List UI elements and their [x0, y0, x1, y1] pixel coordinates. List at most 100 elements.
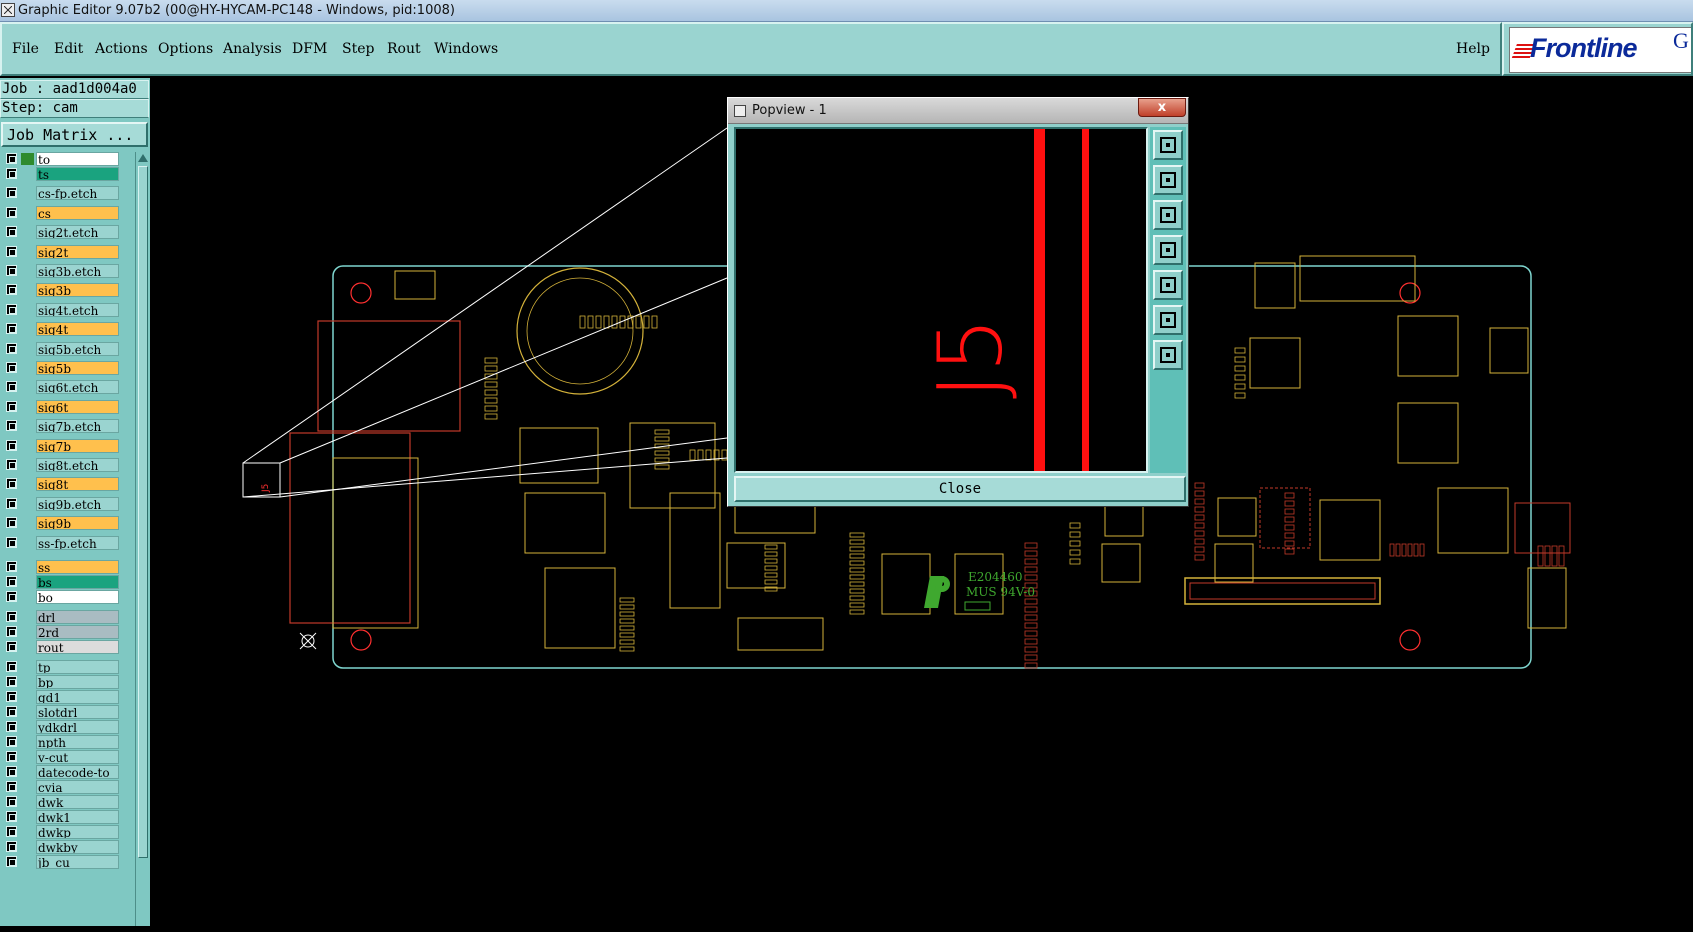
layer-row[interactable]: sig9b.etch	[0, 496, 135, 511]
layer-name[interactable]: to	[36, 152, 119, 166]
layer-row[interactable]: gd1	[0, 690, 135, 704]
layer-row[interactable]: sig2t	[0, 244, 135, 259]
zoom-fit-icon[interactable]	[1153, 305, 1183, 335]
layer-row[interactable]: bs	[0, 575, 135, 589]
layer-row[interactable]: sig9b	[0, 516, 135, 531]
layer-checkbox[interactable]	[6, 691, 17, 702]
layer-checkbox[interactable]	[6, 591, 17, 602]
layer-row[interactable]: sig2t.etch	[0, 225, 135, 240]
layer-name[interactable]: sig3b.etch	[36, 264, 119, 278]
layer-row[interactable]: jb_cu	[0, 855, 135, 869]
layer-checkbox[interactable]	[6, 478, 17, 490]
layer-name[interactable]: cs-fp.etch	[36, 186, 119, 201]
layer-name[interactable]: rout	[36, 640, 119, 654]
layer-checkbox[interactable]	[6, 781, 17, 792]
menu-edit[interactable]: Edit	[54, 41, 83, 57]
layer-checkbox[interactable]	[6, 206, 17, 218]
layer-checkbox[interactable]	[6, 826, 17, 837]
layer-row[interactable]: sig3b.etch	[0, 264, 135, 278]
layer-checkbox[interactable]	[6, 811, 17, 822]
layer-name[interactable]: 2rd	[36, 625, 119, 639]
layer-checkbox[interactable]	[6, 265, 17, 276]
layer-row[interactable]: sig8t	[0, 477, 135, 492]
layer-name[interactable]: sig7b.etch	[36, 419, 119, 434]
layer-name[interactable]: sig2t.etch	[36, 225, 119, 240]
menu-rout[interactable]: Rout	[387, 41, 421, 57]
layer-name[interactable]: ydkdrl	[36, 720, 119, 734]
layer-name[interactable]: sig4t	[36, 322, 119, 337]
menu-windows[interactable]: Windows	[434, 41, 498, 57]
layer-checkbox[interactable]	[6, 561, 17, 572]
layer-checkbox[interactable]	[6, 342, 17, 354]
layer-checkbox[interactable]	[6, 245, 17, 257]
layer-name[interactable]: sig2t	[36, 244, 119, 259]
layer-row[interactable]: v-cut	[0, 750, 135, 764]
layer-checkbox[interactable]	[6, 153, 17, 164]
layer-checkbox[interactable]	[6, 766, 17, 777]
layer-row[interactable]: rout	[0, 640, 135, 654]
layer-color-swatch[interactable]	[21, 153, 34, 165]
layer-name[interactable]: sig9b.etch	[36, 496, 119, 511]
layer-name[interactable]: dwkby	[36, 840, 119, 854]
layer-name[interactable]: v-cut	[36, 750, 119, 764]
layer-name[interactable]: npth	[36, 735, 119, 749]
layer-row[interactable]: sig4t	[0, 322, 135, 337]
layer-checkbox[interactable]	[6, 362, 17, 373]
layer-name[interactable]: sig8t.etch	[36, 458, 119, 472]
layer-row[interactable]: dwkp	[0, 825, 135, 839]
popview-titlebar[interactable]: Popview - 1 x	[728, 98, 1188, 124]
layer-name[interactable]: cvia	[36, 780, 119, 794]
layer-row[interactable]: datecode-to	[0, 765, 135, 779]
layer-checkbox[interactable]	[6, 626, 17, 637]
layer-name[interactable]: sig5b	[36, 361, 119, 375]
layer-name[interactable]: sig7b	[36, 438, 119, 453]
layer-checkbox[interactable]	[6, 856, 17, 867]
layer-name[interactable]: bp	[36, 675, 119, 689]
layer-checkbox[interactable]	[6, 706, 17, 717]
layer-name[interactable]: dwkp	[36, 825, 119, 839]
layer-name[interactable]: gd1	[36, 690, 119, 704]
pan-down-icon[interactable]	[1153, 200, 1183, 230]
pan-left-icon[interactable]	[1153, 235, 1183, 265]
layer-name[interactable]: sig6t.etch	[36, 380, 119, 395]
layer-checkbox[interactable]	[6, 661, 17, 672]
scrollbar-thumb[interactable]	[138, 166, 148, 858]
layer-checkbox[interactable]	[6, 676, 17, 687]
layer-checkbox[interactable]	[6, 284, 17, 296]
layer-row[interactable]: dwk1	[0, 810, 135, 824]
layer-name[interactable]: bo	[36, 590, 119, 604]
popview-zoom-view[interactable]: J5	[734, 127, 1148, 473]
layer-row[interactable]: sig3b	[0, 283, 135, 298]
layer-checkbox[interactable]	[6, 303, 17, 315]
layer-checkbox[interactable]	[6, 721, 17, 732]
layer-name[interactable]: sig3b	[36, 283, 119, 298]
layer-name[interactable]: ss	[36, 560, 119, 574]
layer-name[interactable]: bs	[36, 575, 119, 589]
popview-close-x-button[interactable]: x	[1138, 98, 1186, 117]
menu-step[interactable]: Step	[342, 41, 374, 57]
layer-checkbox[interactable]	[6, 751, 17, 762]
layer-name[interactable]: dwk	[36, 795, 119, 809]
job-matrix-button[interactable]: Job Matrix ...	[1, 122, 148, 147]
layer-row[interactable]: cvia	[0, 780, 135, 794]
layer-checkbox[interactable]	[6, 420, 17, 432]
layer-checkbox[interactable]	[6, 439, 17, 451]
layer-row[interactable]: tp	[0, 660, 135, 674]
menu-dfm[interactable]: DFM	[292, 41, 327, 57]
scroll-up-arrow-icon[interactable]	[138, 154, 148, 162]
layer-checkbox[interactable]	[6, 381, 17, 393]
layer-checkbox[interactable]	[6, 517, 17, 529]
menu-analysis[interactable]: Analysis	[223, 41, 282, 57]
menu-file[interactable]: File	[12, 41, 39, 57]
layer-row[interactable]: to	[0, 152, 135, 166]
layer-list-scrollbar[interactable]	[135, 152, 149, 926]
menu-options[interactable]: Options	[158, 41, 213, 57]
popview-close-button[interactable]: Close	[734, 476, 1186, 502]
layer-name[interactable]: sig9b	[36, 516, 119, 531]
menu-actions[interactable]: Actions	[95, 41, 148, 57]
layer-checkbox[interactable]	[6, 168, 17, 179]
layer-checkbox[interactable]	[6, 536, 17, 548]
layer-checkbox[interactable]	[6, 611, 17, 622]
layer-name[interactable]: tp	[36, 660, 119, 674]
layer-row[interactable]: sig7b.etch	[0, 419, 135, 434]
